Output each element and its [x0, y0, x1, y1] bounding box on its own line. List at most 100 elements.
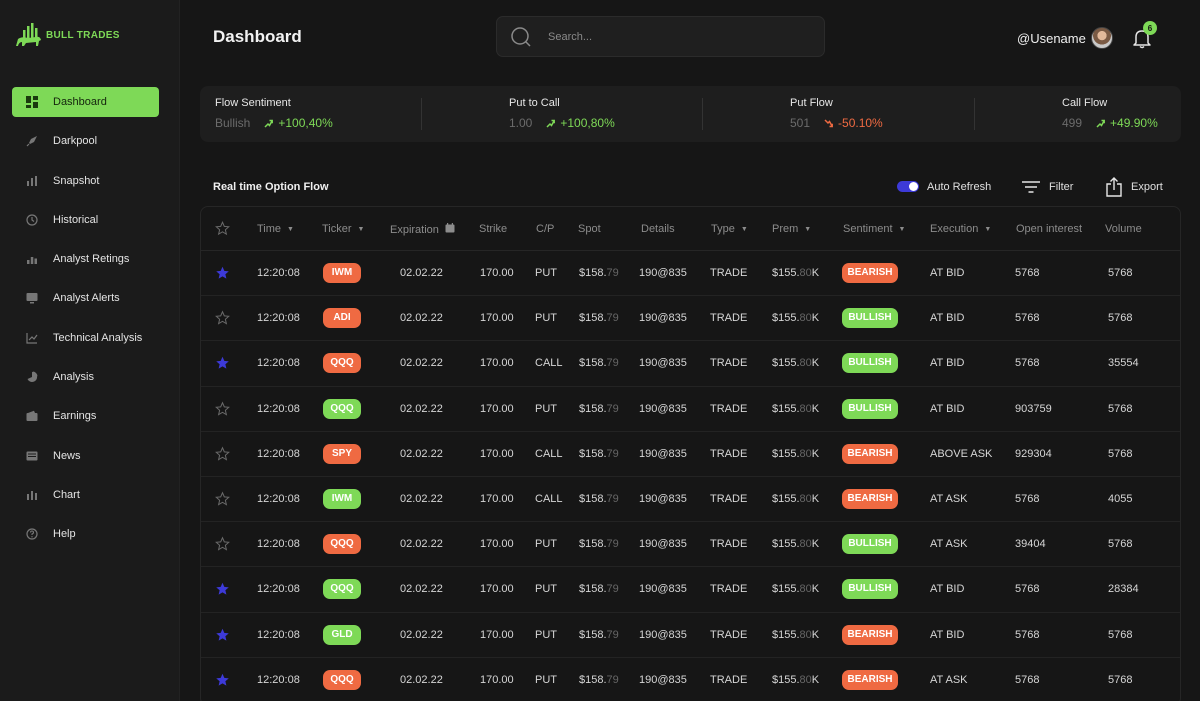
premium-cell: $155.80K [772, 493, 819, 505]
sidebar-item-snapshot[interactable]: Snapshot [12, 166, 159, 196]
call-put-cell: PUT [535, 312, 557, 325]
sidebar-item-label: Dashboard [53, 96, 107, 108]
sidebar-item-analyst-retings[interactable]: Analyst Retings [12, 244, 159, 274]
username[interactable]: @Usename [1017, 31, 1086, 46]
column-header[interactable]: Ticker ▼ [322, 223, 364, 235]
time-cell: 12:20:08 [257, 583, 300, 596]
sentiment-cell: BEARISH [842, 489, 898, 510]
sidebar-item-dashboard[interactable]: Dashboard [12, 87, 159, 117]
spot-cell: $158.79 [579, 629, 619, 641]
sort-caret-icon: ▼ [898, 225, 906, 233]
ticker-badge[interactable]: ADI [323, 308, 361, 329]
column-header[interactable]: Sentiment ▼ [843, 223, 905, 235]
column-header[interactable]: Prem ▼ [772, 223, 811, 235]
bull-logo-icon [16, 23, 41, 46]
spot-decimals: 79 [606, 357, 619, 370]
sidebar: BULL TRADES Dashboard Darkpool Snapshot … [0, 0, 180, 701]
sidebar-item-help[interactable]: Help [12, 519, 159, 549]
volume-cell: 5768 [1108, 402, 1133, 415]
table-row[interactable]: 12:20:08 02.02.22 170.00 PUT 190@835 TRADE AT … [201, 296, 1180, 342]
table-row[interactable]: 12:20:08 02.02.22 170.00 PUT 190@835 TRADE AT … [201, 658, 1180, 701]
filter-button[interactable]: Filter [1021, 177, 1073, 197]
ticker-badge[interactable]: GLD [323, 624, 361, 645]
header-star-icon[interactable] [215, 221, 230, 236]
sidebar-item-historical[interactable]: Historical [12, 205, 159, 235]
sentiment-badge: BEARISH [842, 443, 898, 464]
sidebar-item-news[interactable]: News [12, 441, 159, 471]
execution-cell: AT ASK [930, 538, 968, 551]
column-header: Expiration [390, 223, 455, 236]
sidebar-item-technical-analysis[interactable]: Technical Analysis [12, 323, 159, 353]
sidebar-item-earnings[interactable]: Earnings [12, 401, 159, 431]
table-row[interactable]: 12:20:08 02.02.22 170.00 CALL 190@835 TRADE AT… [201, 477, 1180, 523]
clock-icon [26, 214, 38, 226]
table-row[interactable]: 12:20:08 02.02.22 170.00 CALL 190@835 TRADE AB… [201, 432, 1180, 477]
search-input[interactable] [548, 30, 788, 43]
star-outline-icon[interactable] [215, 446, 230, 461]
column-header[interactable]: Time ▼ [257, 223, 294, 235]
premium-value: $155. [772, 447, 800, 460]
calendar-icon[interactable] [445, 223, 455, 236]
column-header-label: Details [641, 223, 675, 235]
star-filled-icon[interactable] [215, 356, 230, 371]
star-outline-icon[interactable] [215, 491, 230, 507]
star-filled-icon[interactable] [215, 672, 230, 687]
time-cell: 12:20:08 [257, 538, 300, 551]
stat-value: 499 [1062, 116, 1083, 130]
brand-logo[interactable]: BULL TRADES [14, 22, 120, 48]
sidebar-item-label: Darkpool [53, 135, 98, 148]
stat-change: +49.90% [1096, 116, 1158, 130]
star-outline-icon[interactable] [215, 401, 230, 416]
ticker-badge[interactable]: QQQ [323, 534, 361, 555]
sidebar-item-analyst-alerts[interactable]: Analyst Alerts [12, 283, 159, 313]
auto-refresh-label: Auto Refresh [927, 181, 992, 193]
table-row[interactable]: 12:20:08 02.02.22 170.00 PUT 190@835 TRADE AT … [201, 613, 1180, 658]
volume-cell: 5768 [1108, 312, 1133, 325]
sidebar-item-chart[interactable]: Chart [12, 480, 159, 510]
volume-cell: 5768 [1108, 673, 1133, 686]
volume-cell: 5768 [1108, 267, 1133, 280]
sort-caret-icon: ▼ [984, 225, 992, 233]
sidebar-item-analysis[interactable]: Analysis [12, 362, 159, 392]
table-row[interactable]: 12:20:08 02.02.22 170.00 CALL 190@835 TRADE AT… [201, 341, 1180, 387]
ticker-badge[interactable]: SPY [323, 443, 361, 464]
bar-chart-icon [26, 175, 38, 187]
avatar[interactable] [1091, 27, 1113, 49]
premium-cell: $155.80K [772, 267, 819, 279]
ticker-badge[interactable]: IWM [323, 263, 361, 284]
ticker-badge[interactable]: QQQ [323, 669, 361, 690]
sidebar-item-label: Chart [53, 488, 80, 501]
details-cell: 190@835 [639, 583, 687, 596]
table-row[interactable]: 12:20:08 02.02.22 170.00 PUT 190@835 TRADE AT … [201, 522, 1180, 568]
trend-up-icon [264, 119, 274, 128]
ticker-badge[interactable]: QQQ [323, 353, 361, 374]
premium-value: $155. [772, 357, 800, 370]
type-cell: TRADE [710, 267, 748, 280]
table-row[interactable]: 12:20:08 02.02.22 170.00 PUT 190@835 TRADE AT … [201, 567, 1180, 613]
volume-cell: 28384 [1108, 583, 1139, 596]
stat-put-flow: Put Flow 501 -50.10% [790, 97, 883, 130]
search-box[interactable] [496, 16, 825, 57]
ticker-badge[interactable]: QQQ [323, 398, 361, 419]
ticker-badge[interactable]: IWM [323, 489, 361, 510]
premium-value: $155. [772, 673, 800, 686]
ticker-cell: GLD [323, 624, 361, 645]
star-filled-icon[interactable] [215, 627, 230, 642]
export-button[interactable]: Export [1105, 175, 1163, 199]
star-filled-icon[interactable] [215, 582, 230, 597]
auto-refresh-toggle[interactable] [897, 181, 919, 192]
star-outline-icon[interactable] [215, 536, 230, 552]
sidebar-item-darkpool[interactable]: Darkpool [12, 126, 159, 156]
type-cell: TRADE [710, 538, 748, 551]
star-outline-icon[interactable] [215, 310, 230, 326]
table-row[interactable]: 12:20:08 02.02.22 170.00 PUT 190@835 TRADE AT … [201, 387, 1180, 432]
ticker-badge[interactable]: QQQ [323, 579, 361, 600]
star-filled-icon[interactable] [215, 266, 230, 281]
stat-put-to-call: Put to Call 1.00 +100,80% [509, 97, 615, 130]
column-header[interactable]: Execution ▼ [930, 223, 991, 235]
table-row[interactable]: 12:20:08 02.02.22 170.00 PUT 190@835 TRADE AT … [201, 251, 1180, 297]
trend-down-icon [824, 118, 833, 127]
open-interest-cell: 5768 [1015, 583, 1040, 596]
column-header[interactable]: Type ▼ [711, 223, 748, 235]
sentiment-cell: BULLISH [842, 353, 898, 374]
